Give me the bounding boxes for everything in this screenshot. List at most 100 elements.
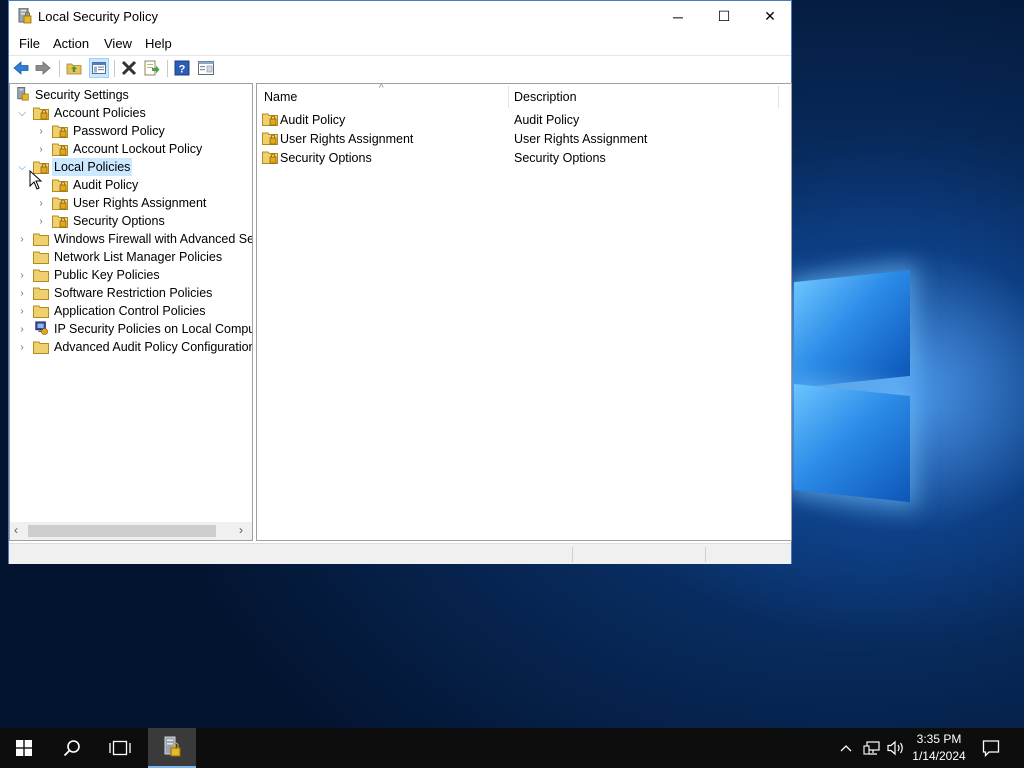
chevron-right-icon[interactable]: › [36,122,46,140]
window-title: Local Security Policy [38,9,158,24]
title-bar[interactable]: Local Security Policy ─ ☐ ✕ [9,1,791,32]
ip-security-icon [35,321,48,335]
chevron-right-icon[interactable]: › [17,302,27,320]
menu-file[interactable]: File [19,36,40,51]
list-item-description: Audit Policy [514,113,580,127]
action-center-button[interactable] [968,728,1014,768]
taskbar: 3:35 PM 1/14/2024 [0,728,1024,768]
list-item-description: Security Options [514,151,606,165]
volume-button[interactable] [884,728,908,768]
list-item-name: User Rights Assignment [280,132,414,146]
folder-icon [33,269,49,282]
locked-folder-icon [52,125,68,138]
chevron-up-icon [840,745,852,752]
column-header-description[interactable]: Description [514,90,577,104]
chevron-down-icon[interactable]: ⌵ [17,104,27,122]
svg-text:?: ? [179,64,186,76]
maximize-button[interactable]: ☐ [701,1,747,32]
chevron-right-icon[interactable]: › [36,140,46,158]
list-item[interactable]: Audit Policy Audit Policy [257,110,791,129]
column-header-name[interactable]: Name [264,90,297,104]
locked-folder-icon [33,107,49,120]
minimize-button[interactable]: ─ [655,1,701,32]
locked-folder-icon [52,215,68,228]
chevron-right-icon[interactable]: › [17,320,27,338]
properties-icon[interactable] [197,59,215,77]
list-item-name: Security Options [280,151,372,165]
folder-icon [33,305,49,318]
search-button[interactable] [48,728,96,768]
security-settings-icon [17,87,29,101]
close-button[interactable]: ✕ [747,1,793,32]
scroll-right-icon[interactable]: › [239,523,243,537]
back-icon[interactable] [12,59,30,77]
search-icon [63,740,80,757]
menu-bar: File Action View Help [9,32,791,54]
list-item[interactable]: Security Options Security Options [257,148,791,167]
task-view-button[interactable] [96,728,144,768]
chevron-right-icon[interactable]: › [17,230,27,248]
chevron-down-icon[interactable]: ⌵ [17,158,27,176]
system-clock[interactable]: 3:35 PM 1/14/2024 [906,731,972,765]
tree-label: Network List Manager Policies [54,250,223,264]
folder-icon [33,287,49,300]
console-tree[interactable]: Security Settings ⌵ Account Policies › P… [9,83,253,541]
tree-label: Windows Firewall with Advanced Security [54,232,253,246]
tree-label: Application Control Policies [54,304,206,318]
locked-folder-icon [52,197,68,210]
list-item[interactable]: User Rights Assignment User Rights Assig… [257,129,791,148]
scroll-left-icon[interactable]: ‹ [14,523,18,537]
tree-label: Security Settings [35,88,129,102]
tree-label: Advanced Audit Policy Configuration [54,340,253,354]
tree-label: Software Restriction Policies [54,286,213,300]
chevron-right-icon[interactable]: › [17,284,27,302]
column-header-row: ^ Name Description [257,84,791,108]
security-policy-app-icon [164,736,181,757]
sort-ascending-icon: ^ [379,83,384,94]
help-icon[interactable]: ? [173,59,191,77]
menu-action[interactable]: Action [53,36,89,51]
tree-label: Account Policies [54,106,146,120]
locked-folder-icon [262,132,278,145]
tree-label: Audit Policy [73,178,139,192]
locked-folder-icon [262,151,278,164]
list-item-name: Audit Policy [280,113,346,127]
local-security-policy-window: Local Security Policy ─ ☐ ✕ File Action … [8,0,792,564]
show-hide-tree-icon[interactable] [89,58,109,78]
chevron-right-icon[interactable]: › [17,266,27,284]
tree-horizontal-scrollbar[interactable]: ‹ › [10,522,252,540]
tree-label: Security Options [73,214,165,228]
security-policy-app-icon [18,8,32,24]
details-list-view[interactable]: ^ Name Description Audit Policy Audit Po… [256,83,792,541]
start-button[interactable] [0,728,48,768]
chevron-right-icon[interactable]: › [36,212,46,230]
folder-icon [33,341,49,354]
mouse-cursor-icon [29,170,43,190]
menu-view[interactable]: View [104,36,132,51]
list-item-description: User Rights Assignment [514,132,648,146]
network-button[interactable] [860,728,884,768]
chevron-right-icon[interactable]: › [17,338,27,356]
locked-folder-icon [52,143,68,156]
scrollbar-thumb[interactable] [28,525,216,537]
clock-date: 1/14/2024 [912,749,966,763]
show-hidden-icons-button[interactable] [834,728,858,768]
delete-icon[interactable] [120,59,138,77]
export-list-icon[interactable] [143,59,161,77]
folder-icon [33,251,49,264]
taskbar-local-security-policy[interactable] [148,728,196,768]
forward-icon[interactable] [34,59,52,77]
up-folder-icon[interactable] [65,59,83,77]
locked-folder-icon [52,179,68,192]
network-icon [863,741,880,755]
chevron-right-icon[interactable]: › [36,194,46,212]
status-bar [9,543,791,564]
locked-folder-icon [262,113,278,126]
folder-icon [33,233,49,246]
windows-logo-wallpaper [790,262,915,512]
windows-start-icon [16,740,32,756]
tree-label: IP Security Policies on Local Computer [54,322,253,336]
notification-icon [982,740,1000,757]
menu-help[interactable]: Help [145,36,172,51]
toolbar: ? [9,55,791,81]
